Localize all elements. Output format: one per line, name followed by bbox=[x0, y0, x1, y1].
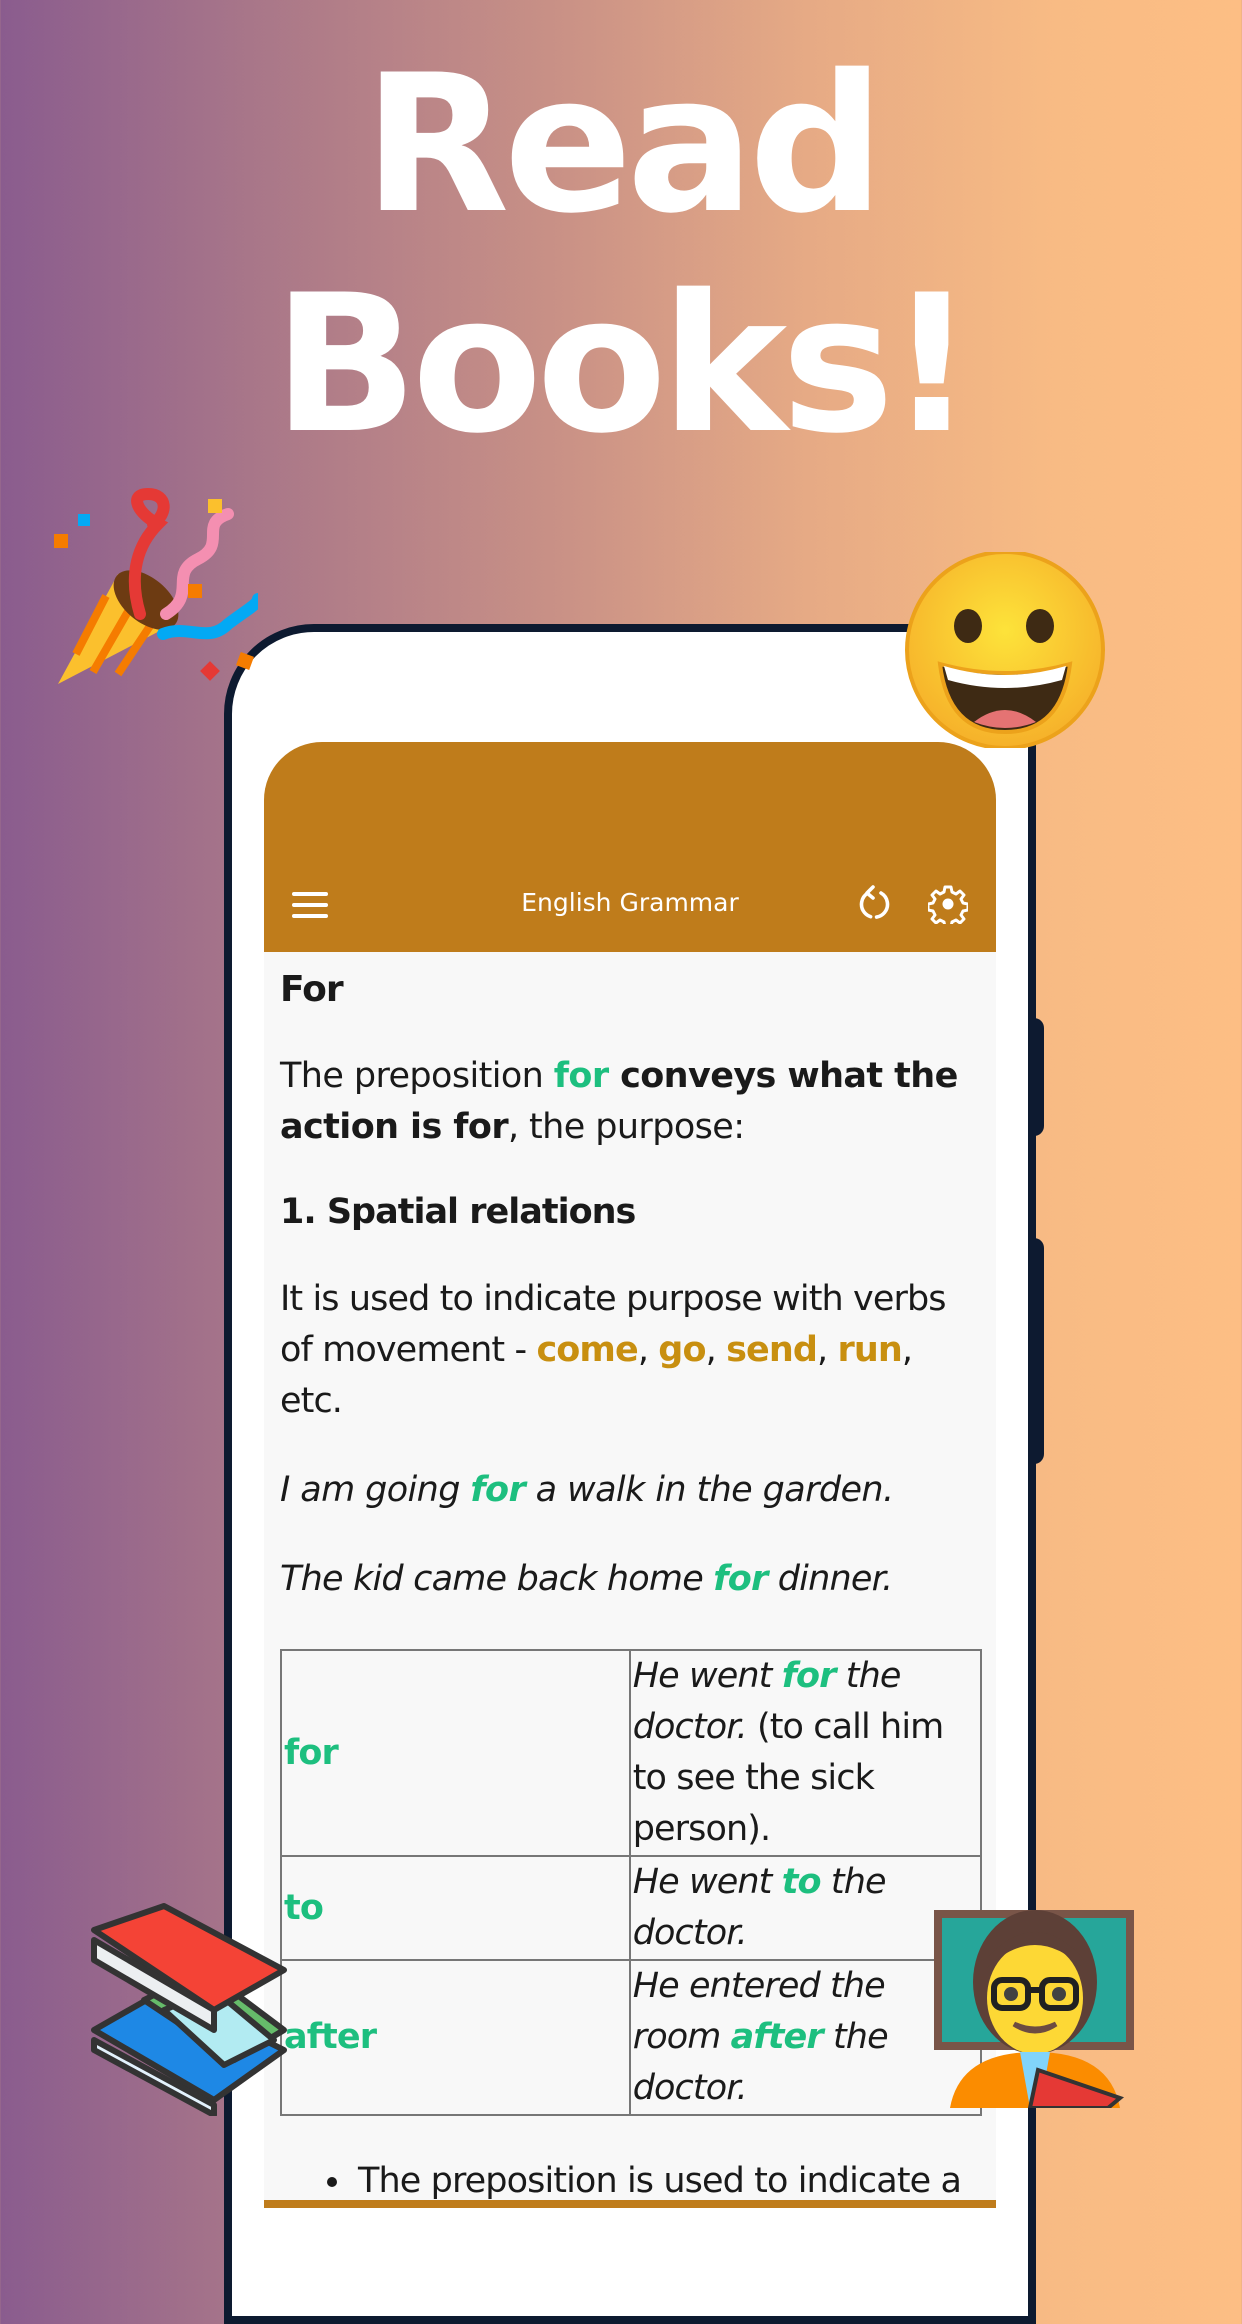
table-example: He entered the room after the doctor. bbox=[628, 1959, 983, 2116]
highlight-word: for bbox=[713, 1559, 768, 1599]
example-text: I am going bbox=[280, 1470, 471, 1510]
table-row: after He entered the room after the doct… bbox=[280, 1959, 983, 2116]
grinning-face-icon bbox=[905, 552, 1105, 748]
example-text: dinner. bbox=[767, 1559, 893, 1599]
phone-volume-button bbox=[1034, 1018, 1044, 1136]
example-text: He went bbox=[632, 1656, 782, 1696]
party-popper-icon bbox=[54, 487, 258, 684]
verb-run: run bbox=[837, 1330, 902, 1370]
section-title: 1. Spatial relations bbox=[280, 1192, 636, 1232]
table-example: He went for the doctor. (to call him to … bbox=[628, 1649, 983, 1857]
separator: , bbox=[705, 1330, 727, 1370]
gear-icon[interactable] bbox=[926, 884, 970, 929]
separator: , bbox=[637, 1330, 659, 1370]
usage-paragraph: It is used to indicate purpose with verb… bbox=[280, 1274, 982, 1427]
intro-suffix: , the purpose: bbox=[508, 1107, 745, 1147]
highlight-word: for bbox=[470, 1470, 526, 1510]
table-row: for He went for the doctor. (to call him… bbox=[280, 1649, 983, 1857]
table-example: He went to the doctor. bbox=[628, 1855, 983, 1961]
app-bar: English Grammar bbox=[264, 742, 996, 952]
highlight-word: after bbox=[730, 2017, 824, 2057]
verb-come: come bbox=[536, 1330, 638, 1370]
books-icon bbox=[91, 1903, 287, 2116]
teacher-icon bbox=[934, 1910, 1134, 2108]
phone-power-button bbox=[1034, 1238, 1044, 1464]
highlight-word: for bbox=[553, 1056, 609, 1096]
highlight-word: for bbox=[781, 1656, 837, 1696]
table-word: for bbox=[280, 1649, 631, 1857]
table-word: to bbox=[280, 1855, 631, 1961]
table-row: to He went to the doctor. bbox=[280, 1855, 983, 1961]
intro-paragraph: The preposition for conveys what the act… bbox=[280, 1051, 982, 1153]
separator: , bbox=[817, 1330, 838, 1370]
example-text: a walk in the garden. bbox=[525, 1470, 894, 1510]
intro-prefix: The preposition bbox=[280, 1056, 554, 1096]
refresh-icon[interactable] bbox=[854, 884, 894, 924]
table-word: after bbox=[280, 1959, 631, 2116]
example-sentence: The kid came back home for dinner. bbox=[280, 1554, 982, 1605]
preposition-table: for He went for the doctor. (to call him… bbox=[280, 1649, 983, 2116]
highlight-word: to bbox=[781, 1862, 822, 1902]
promo-headline-line1: Read bbox=[363, 34, 884, 255]
article-content: For The preposition for conveys what the… bbox=[280, 952, 983, 2208]
example-text: The kid came back home bbox=[280, 1559, 714, 1599]
verb-go: go bbox=[658, 1330, 706, 1370]
article-heading: For bbox=[280, 969, 344, 1010]
verb-send: send bbox=[726, 1330, 818, 1370]
app-screen: English Grammar For The preposition for … bbox=[264, 742, 996, 2208]
bottom-bar bbox=[264, 2200, 996, 2208]
promo-headline-line2: Books! bbox=[273, 254, 975, 475]
example-sentence: I am going for a walk in the garden. bbox=[280, 1465, 982, 1516]
example-text: He went bbox=[632, 1862, 782, 1902]
